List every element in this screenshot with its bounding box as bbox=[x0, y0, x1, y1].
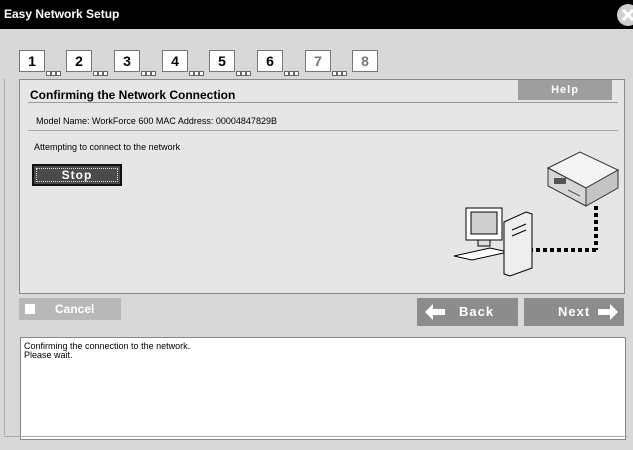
step-7: 7 bbox=[305, 50, 331, 72]
step-2: 2 bbox=[66, 50, 92, 72]
frame-divider bbox=[4, 436, 628, 437]
cancel-button[interactable]: Cancel bbox=[19, 298, 121, 320]
next-label: Next bbox=[558, 304, 591, 319]
status-text: Attempting to connect to the network bbox=[34, 142, 181, 152]
divider bbox=[28, 130, 618, 131]
stop-button[interactable]: Stop bbox=[32, 164, 122, 186]
cancel-label: Cancel bbox=[55, 302, 95, 316]
step-1: 1 bbox=[19, 50, 45, 72]
step-dots-icon bbox=[284, 63, 300, 76]
message-box: Confirming the connection to the network… bbox=[20, 337, 626, 440]
step-5: 5 bbox=[209, 50, 235, 72]
page-title: Confirming the Network Connection bbox=[30, 88, 236, 102]
computer-icon bbox=[453, 207, 533, 277]
arrow-left-icon bbox=[425, 304, 445, 320]
close-button[interactable] bbox=[617, 4, 633, 26]
step-3: 3 bbox=[114, 50, 140, 72]
step-dots-icon bbox=[46, 63, 62, 76]
window-title: Easy Network Setup bbox=[4, 7, 120, 21]
title-bar: Easy Network Setup bbox=[0, 0, 633, 29]
close-icon bbox=[622, 9, 633, 21]
network-cable-icon bbox=[532, 206, 598, 252]
network-illustration bbox=[453, 151, 620, 277]
step-dots-icon bbox=[93, 63, 109, 76]
step-8: 8 bbox=[352, 50, 378, 72]
printer-icon bbox=[546, 151, 620, 207]
back-label: Back bbox=[459, 304, 495, 319]
next-button[interactable]: Next bbox=[524, 298, 624, 326]
step-dots-icon bbox=[332, 63, 348, 76]
message-line: Please wait. bbox=[24, 350, 73, 360]
divider bbox=[28, 102, 618, 103]
content-panel: Confirming the Network Connection Help M… bbox=[19, 79, 625, 294]
cancel-box-icon bbox=[25, 304, 35, 314]
model-info: Model Name: WorkForce 600 MAC Address: 0… bbox=[36, 116, 277, 126]
back-button[interactable]: Back bbox=[417, 298, 518, 326]
step-dots-icon bbox=[236, 63, 252, 76]
arrow-right-icon bbox=[598, 304, 618, 320]
step-dots-icon bbox=[189, 63, 205, 76]
frame-divider bbox=[4, 79, 5, 435]
step-4: 4 bbox=[162, 50, 188, 72]
step-6: 6 bbox=[257, 50, 283, 72]
help-button[interactable]: Help bbox=[518, 80, 612, 100]
step-dots-icon bbox=[141, 63, 157, 76]
